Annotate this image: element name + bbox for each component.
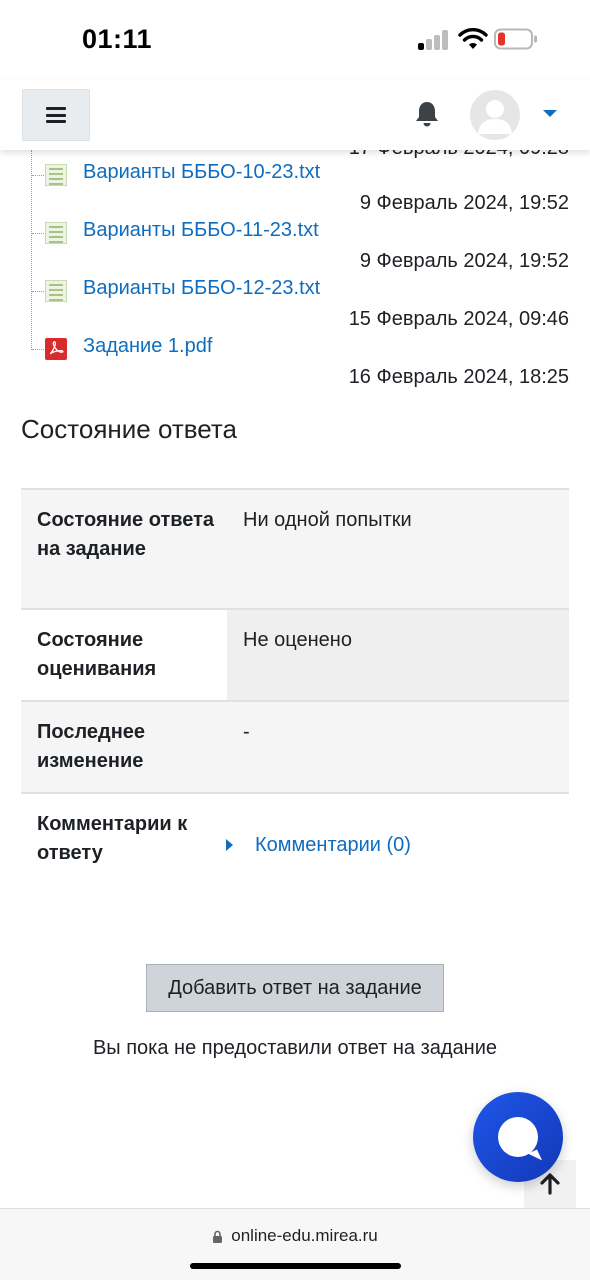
cellular-signal-icon (418, 30, 450, 50)
file-item: Задание 1.pdf 16 Февраль 2024, 18:25 (0, 324, 590, 388)
row-value: - (243, 721, 250, 743)
submission-status-table: Состояние ответа на задание Ни одной поп… (21, 488, 569, 886)
row-value: Ни одной попытки (243, 509, 412, 531)
file-item: Варианты БББО-12-23.txt 15 Февраль 2024,… (0, 266, 590, 330)
file-link[interactable]: Варианты БББО-11-23.txt (83, 219, 319, 242)
wifi-icon (458, 28, 488, 49)
lock-icon (213, 1230, 223, 1243)
comments-link-label[interactable]: Комментарии (0) (255, 834, 411, 857)
row-label: Комментарии к ответу (37, 813, 188, 864)
table-row: Состояние ответа на задание Ни одной поп… (21, 490, 569, 610)
table-row: Последнее изменение - (21, 702, 569, 794)
text-file-icon (45, 222, 67, 244)
user-avatar[interactable] (470, 90, 520, 140)
user-menu-caret-icon[interactable] (543, 110, 557, 117)
file-link[interactable]: Варианты БББО-12-23.txt (83, 277, 320, 300)
chat-bubble-icon (498, 1117, 538, 1157)
file-date: 16 Февраль 2024, 18:25 (348, 366, 569, 388)
file-item: Варианты БББО-11-23.txt 9 Февраль 2024, … (0, 208, 590, 272)
text-file-icon (45, 280, 67, 302)
url-text[interactable]: online-edu.mirea.ru (231, 1226, 377, 1246)
comments-toggle-link[interactable]: Комментарии (0) (226, 832, 411, 858)
file-item: Варианты БББО-10-23.txt 9 Февраль 2024, … (0, 150, 590, 214)
row-label: Состояние ответа на задание (37, 509, 215, 560)
hamburger-icon (46, 107, 66, 123)
pdf-file-icon (45, 338, 67, 360)
file-link[interactable]: Задание 1.pdf (83, 335, 212, 358)
row-value: Не оценено (227, 610, 569, 700)
battery-low-icon (494, 28, 537, 50)
chat-widget-button[interactable] (473, 1092, 563, 1182)
table-row: Состояние оценивания Не оценено (21, 610, 569, 702)
add-submission-button[interactable]: Добавить ответ на задание (146, 964, 444, 1012)
arrow-up-icon (540, 1173, 560, 1195)
submission-status-heading: Состояние ответа (21, 414, 237, 444)
status-time: 01:11 (82, 24, 153, 54)
home-indicator (190, 1263, 401, 1269)
browser-address-bar[interactable]: online-edu.mirea.ru (0, 1208, 590, 1280)
menu-toggle-button[interactable] (22, 89, 90, 141)
file-link[interactable]: Варианты БББО-10-23.txt (83, 161, 320, 184)
notifications-bell-icon[interactable] (414, 100, 440, 128)
expand-triangle-icon (226, 839, 233, 851)
row-label: Состояние оценивания (37, 629, 157, 680)
row-label: Последнее изменение (37, 721, 146, 772)
text-file-icon (45, 164, 67, 186)
status-bar: 01:11 (0, 0, 590, 80)
submission-hint: Вы пока не предоставили ответ на задание (92, 1037, 498, 1059)
file-tree: 17 Февраль 2024, 09:28 Варианты БББО-10-… (0, 137, 590, 400)
top-navbar (0, 80, 590, 150)
